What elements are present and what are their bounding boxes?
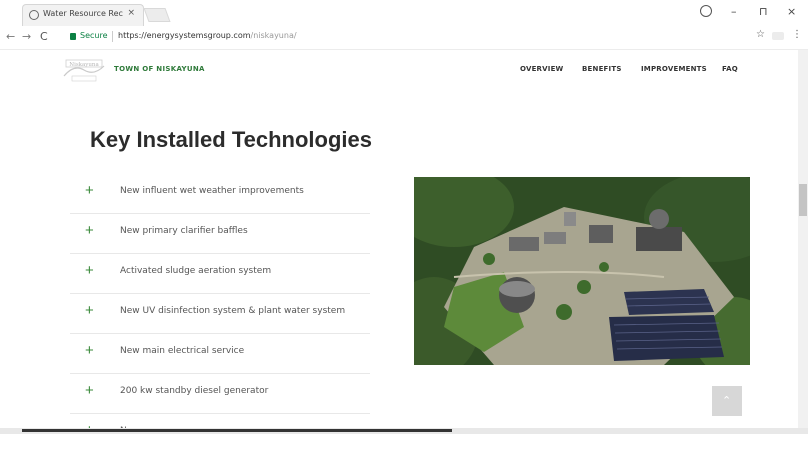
minimize-button[interactable]: –	[731, 5, 737, 18]
accordion-item[interactable]: + 200 kw standby diesel generator	[70, 374, 370, 414]
accordion-item[interactable]: + New main electrical service	[70, 334, 370, 374]
close-window-button[interactable]: ×	[787, 5, 796, 18]
nav-faq[interactable]: FAQ	[722, 65, 738, 73]
aerial-photo	[414, 177, 750, 365]
scrollbar-thumb[interactable]	[799, 184, 807, 216]
accordion-item-label: Activated sludge aeration system	[120, 266, 272, 276]
tab-close-icon[interactable]: ×	[127, 8, 135, 18]
url-path: /niskayuna/	[250, 31, 297, 40]
globe-icon	[29, 10, 39, 20]
forward-button[interactable]: →	[22, 30, 31, 43]
nav-benefits[interactable]: BENEFITS	[582, 65, 622, 73]
url-separator	[112, 31, 113, 42]
back-button[interactable]: ←	[6, 30, 15, 43]
page-viewport: Niskayuna TOWN OF NISKAYUNA OVERVIEW BEN…	[0, 50, 808, 439]
page-scrollbar[interactable]	[798, 50, 808, 434]
bookmark-star-icon[interactable]: ☆	[756, 29, 765, 40]
accordion-item[interactable]: + New primary clarifier baffles	[70, 214, 370, 254]
url-text[interactable]: https://energysystemsgroup.com/niskayuna…	[118, 31, 297, 40]
browser-tab-bar: Water Resource Recove... × – ⊓ ×	[0, 0, 808, 26]
plus-icon: +	[85, 382, 94, 399]
browser-tab[interactable]: Water Resource Recove... ×	[22, 4, 144, 26]
plus-icon: +	[85, 182, 94, 199]
accordion-item-label: New primary clarifier baffles	[120, 226, 248, 236]
accordion-item-label: New UV disinfection system & plant water…	[120, 306, 346, 316]
logo-graphic: Niskayuna	[63, 59, 105, 82]
accordion-item[interactable]: + Activated sludge aeration system	[70, 254, 370, 294]
aerial-photo-graphic	[414, 177, 750, 365]
site-header: Niskayuna TOWN OF NISKAYUNA OVERVIEW BEN…	[0, 50, 798, 90]
secure-label: Secure	[80, 31, 108, 40]
accordion-item-label: New influent wet weather improvements	[120, 186, 304, 196]
lock-icon	[70, 33, 76, 40]
url-host: https://energysystemsgroup.com	[118, 31, 251, 40]
chevron-up-icon: ⌃	[722, 394, 732, 407]
maximize-button[interactable]: ⊓	[759, 5, 768, 18]
scroll-to-top-button[interactable]: ⌃	[712, 386, 742, 416]
accordion-item[interactable]: + New UV disinfection system & plant wat…	[70, 294, 370, 334]
taskbar-strip	[0, 428, 808, 434]
taskbar-segment	[22, 429, 452, 432]
nav-improvements[interactable]: IMPROVEMENTS	[641, 65, 707, 73]
tab-title: Water Resource Recove...	[43, 9, 123, 18]
browser-menu-icon[interactable]: ⋮	[792, 29, 802, 40]
logo-text: Niskayuna	[69, 62, 99, 68]
new-tab-button[interactable]	[143, 8, 171, 22]
accordion-item-label: 200 kw standby diesel generator	[120, 386, 269, 396]
technology-accordion: + New influent wet weather improvements …	[70, 174, 370, 454]
brand-name[interactable]: TOWN OF NISKAYUNA	[114, 65, 205, 73]
accordion-item[interactable]: + New influent wet weather improvements	[70, 174, 370, 214]
account-icon[interactable]	[700, 5, 712, 17]
extension-icon[interactable]	[772, 32, 784, 40]
section-title: Key Installed Technologies	[90, 127, 372, 152]
town-logo[interactable]: Niskayuna	[60, 54, 108, 84]
plus-icon: +	[85, 302, 94, 319]
accordion-item[interactable]: + New	[70, 414, 370, 454]
address-bar[interactable]: Secure https://energysystemsgroup.com/ni…	[66, 29, 782, 46]
plus-icon: +	[85, 222, 94, 239]
nav-overview[interactable]: OVERVIEW	[520, 65, 563, 73]
browser-toolbar: ← → C Secure https://energysystemsgroup.…	[0, 26, 808, 50]
reload-button[interactable]: C	[40, 30, 48, 43]
accordion-item-label: New main electrical service	[120, 346, 245, 356]
plus-icon: +	[85, 342, 94, 359]
plus-icon: +	[85, 262, 94, 279]
